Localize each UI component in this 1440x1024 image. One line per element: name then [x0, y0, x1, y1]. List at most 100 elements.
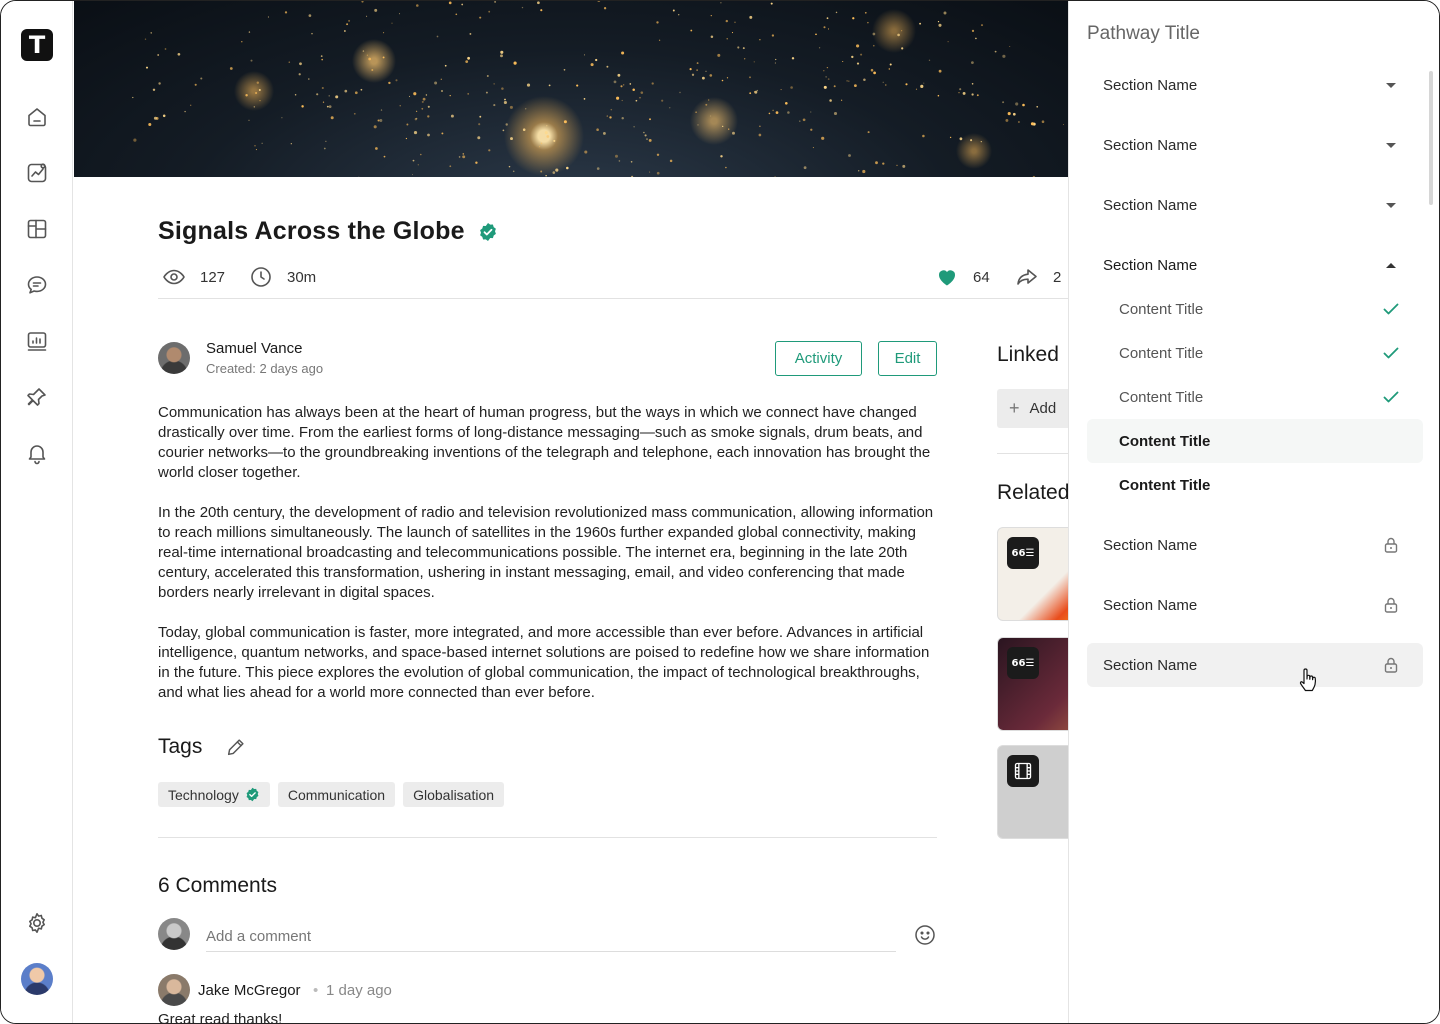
content-title: Content Title	[1119, 476, 1211, 494]
tag-list: Technology Communication Globalisation	[158, 782, 505, 807]
views-count: 127	[200, 268, 226, 286]
related-card[interactable]: 66 ☰	[997, 527, 1069, 621]
views-stat: 127	[162, 265, 225, 289]
hero-image	[74, 1, 1069, 177]
tag-label: Communication	[287, 786, 386, 803]
section-name: Section Name	[1103, 536, 1198, 554]
add-label: Add	[1029, 400, 1057, 417]
separator-dot: •	[313, 982, 319, 999]
pathway-section-row[interactable]: Section Name	[1087, 183, 1423, 227]
app-logo[interactable]: T	[21, 29, 53, 61]
duration-stat: 30m	[249, 265, 316, 289]
add-linked-button[interactable]: + Add	[997, 389, 1069, 428]
check-icon	[1379, 385, 1403, 409]
pin-icon[interactable]	[25, 385, 49, 409]
commenter-name[interactable]: Jake McGregor	[198, 982, 301, 999]
tag-chip[interactable]: Communication	[277, 782, 396, 807]
chevron-down-icon	[1379, 73, 1403, 97]
tag-label: Globalisation	[413, 786, 495, 803]
lock-icon	[1379, 593, 1403, 617]
chat-icon[interactable]	[25, 273, 49, 297]
pencil-icon[interactable]	[225, 736, 247, 758]
article-title: Signals Across the Globe	[158, 217, 465, 245]
pathway-section-row[interactable]: Section Name	[1087, 643, 1423, 687]
empty-slot	[1379, 473, 1403, 497]
pathway-section-row[interactable]: Section Name	[1087, 583, 1423, 627]
layout-icon[interactable]	[25, 217, 49, 241]
analytics-icon[interactable]	[25, 161, 49, 185]
chevron-down-icon	[1379, 133, 1403, 157]
pathway-section-row[interactable]: Section Name	[1087, 523, 1423, 567]
home-icon[interactable]	[25, 105, 49, 129]
tag-chip[interactable]: Globalisation	[403, 782, 505, 807]
comment-text: Great read thanks!	[158, 1011, 283, 1024]
article-stats: 127 30m 64 2	[158, 265, 1061, 291]
divider	[158, 837, 937, 838]
related-card[interactable]: 66 ☰	[997, 637, 1069, 731]
divider	[158, 298, 1068, 299]
bell-icon[interactable]	[25, 441, 49, 465]
content-title: Content Title	[1119, 432, 1211, 450]
pathway-section-row[interactable]: Section Name	[1087, 123, 1423, 167]
likes-stat[interactable]: 64	[935, 265, 990, 289]
related-card[interactable]	[997, 745, 1069, 839]
comment-time: 1 day ago	[326, 982, 392, 999]
nav-rail: T	[1, 1, 73, 1023]
verified-badge-icon	[479, 223, 496, 242]
app-window: T Signals Across the Globe 127 30m 64 2 …	[0, 0, 1440, 1024]
author-created: Created: 2 days ago	[206, 361, 324, 376]
report-icon[interactable]	[25, 329, 49, 353]
tag-label: Technology	[168, 786, 239, 803]
section-name: Section Name	[1103, 76, 1198, 94]
pathway-section-row[interactable]: Section Name	[1087, 63, 1423, 107]
scrollbar[interactable]	[1429, 71, 1433, 205]
page-title: Signals Across the Globe	[158, 217, 498, 246]
author-name[interactable]: Samuel Vance	[206, 340, 302, 357]
section-name: Section Name	[1103, 656, 1198, 674]
pathway-section-row[interactable]: Section Name	[1087, 243, 1423, 287]
tag-chip[interactable]: Technology	[158, 782, 270, 807]
shares-count: 2	[1053, 268, 1062, 286]
paragraph: Today, global communication is faster, m…	[158, 624, 930, 701]
likes-count: 64	[973, 268, 990, 286]
eye-icon	[163, 269, 185, 285]
chevron-down-icon	[1379, 193, 1403, 217]
heart-icon[interactable]	[935, 265, 959, 289]
shares-stat[interactable]: 2	[1015, 265, 1061, 289]
gear-icon[interactable]	[25, 911, 49, 935]
plus-icon: +	[1009, 398, 1020, 418]
section-name: Section Name	[1103, 256, 1198, 274]
current-user-avatar	[158, 918, 190, 950]
activity-button[interactable]: Activity	[775, 341, 862, 376]
lock-icon	[1379, 533, 1403, 557]
clock-icon	[251, 267, 271, 287]
avatar[interactable]	[21, 963, 53, 995]
section-name: Section Name	[1103, 596, 1198, 614]
content-title: Content Title	[1119, 344, 1204, 362]
film-icon	[1007, 755, 1039, 787]
linked-related-column: Linked + Add Related 66 ☰ 66 ☰	[997, 331, 1069, 1023]
paragraph: In the 20th century, the development of …	[158, 504, 934, 601]
section-name: Section Name	[1103, 196, 1198, 214]
comment-input[interactable]	[206, 921, 896, 952]
pathway-panel: Pathway Title Section Name Section Name Se…	[1068, 1, 1439, 1023]
duration-value: 30m	[287, 268, 317, 286]
quote-list-icon: 66 ☰	[1007, 537, 1039, 569]
edit-button[interactable]: Edit	[878, 341, 937, 376]
commenter-avatar[interactable]	[158, 974, 190, 1006]
share-icon[interactable]	[1015, 265, 1039, 289]
empty-slot	[1379, 429, 1403, 453]
lock-icon	[1379, 653, 1403, 677]
content-title: Content Title	[1119, 300, 1204, 318]
city-lights-image	[132, 1, 1069, 177]
pathway-content-row[interactable]: Content Title	[1087, 287, 1423, 331]
pathway-content-row[interactable]: Content Title	[1087, 463, 1423, 507]
content-title: Content Title	[1119, 388, 1204, 406]
pathway-content-row[interactable]: Content Title	[1087, 331, 1423, 375]
section-name: Section Name	[1103, 136, 1198, 154]
pathway-content-row[interactable]: Content Title	[1087, 375, 1423, 419]
linked-heading: Linked	[997, 343, 1059, 366]
author-avatar[interactable]	[158, 342, 190, 374]
pathway-content-row[interactable]: Content Title	[1087, 419, 1423, 463]
emoji-icon[interactable]	[913, 923, 937, 947]
